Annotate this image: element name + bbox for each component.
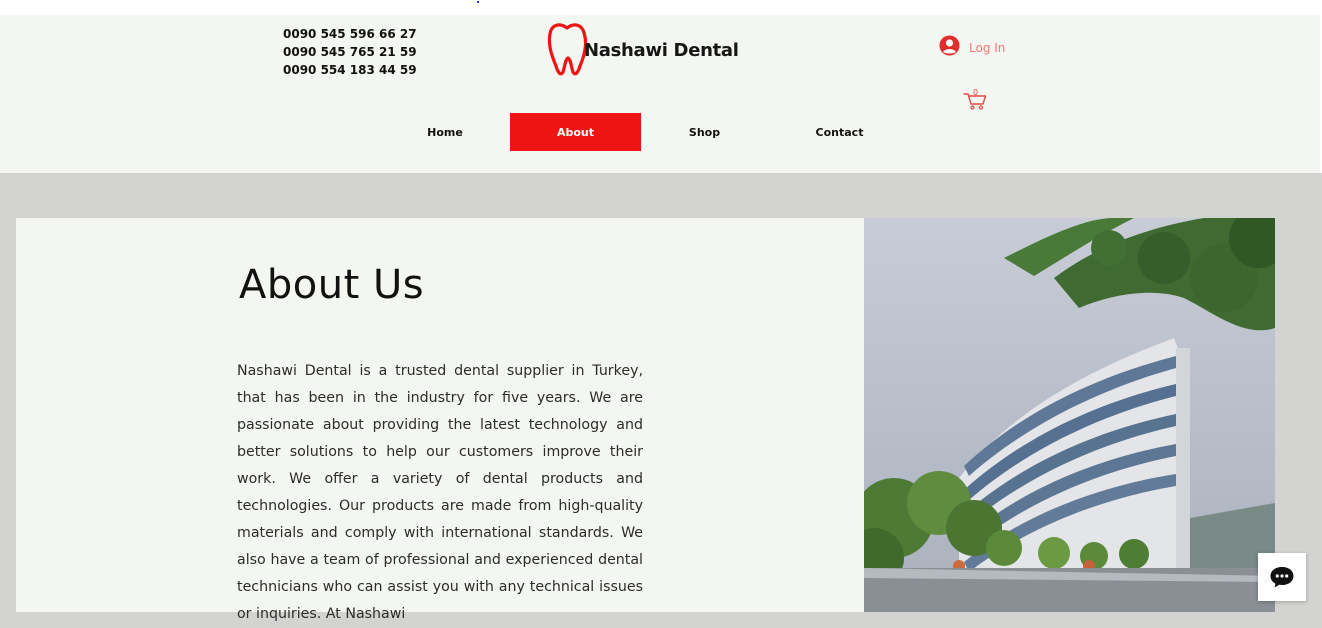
nav-item-home[interactable]: Home [380, 113, 510, 151]
login-label: Log In [969, 40, 1006, 55]
about-title: About Us [239, 262, 425, 308]
top-strip-dot [477, 1, 479, 3]
user-avatar-icon [939, 35, 960, 60]
about-section: About Us Nashawi Dental is a trusted den… [16, 218, 864, 622]
top-strip [0, 0, 1322, 15]
nav-item-contact[interactable]: Contact [768, 113, 911, 151]
phone-number-1: 0090 545 596 66 27 [283, 27, 417, 41]
tooth-logo-icon [545, 20, 589, 80]
building-photo [864, 218, 1275, 612]
phone-number-3: 0090 554 183 44 59 [283, 63, 417, 77]
site-header: 0090 545 596 66 27 0090 545 765 21 59 00… [0, 15, 1322, 173]
cart-count: 0 [973, 88, 979, 97]
brand-name: Nashawi Dental [584, 39, 739, 61]
chat-bubble-icon [1270, 567, 1294, 588]
nav-item-shop[interactable]: Shop [641, 113, 768, 151]
nav-item-about[interactable]: About [510, 113, 641, 151]
login-button[interactable]: Log In [939, 35, 1005, 60]
about-body-text: Nashawi Dental is a trusted dental suppl… [237, 363, 643, 622]
brand-logo[interactable]: Nashawi Dental [545, 22, 739, 78]
chat-button[interactable] [1258, 553, 1306, 601]
cart-button[interactable]: 0 [963, 88, 987, 110]
phone-numbers: 0090 545 596 66 27 0090 545 765 21 59 00… [283, 25, 417, 79]
phone-number-2: 0090 545 765 21 59 [283, 45, 417, 59]
